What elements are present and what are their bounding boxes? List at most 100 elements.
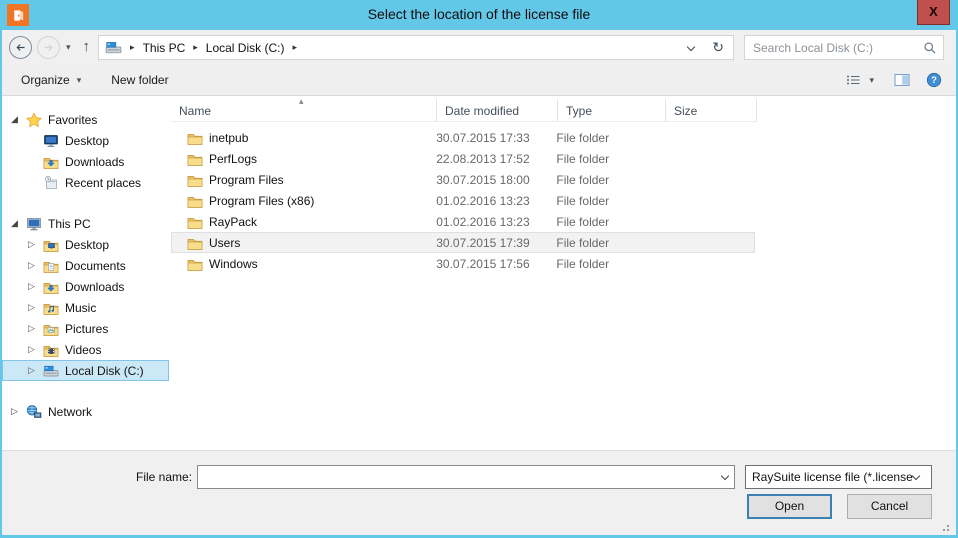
file-name-input[interactable]	[198, 466, 722, 488]
date-modified-cell: 01.02.2016 13:23	[436, 215, 556, 229]
resize-grip[interactable]	[939, 521, 949, 531]
sidebar-item-videos[interactable]: ▷ Videos	[2, 339, 169, 360]
type-cell: File folder	[556, 257, 663, 271]
type-cell: File folder	[556, 194, 663, 208]
disk-icon	[42, 363, 59, 379]
sidebar-item-documents[interactable]: ▷ Documents	[2, 255, 169, 276]
search-input[interactable]	[751, 40, 923, 56]
file-name-text: Users	[209, 236, 240, 250]
chevron-down-icon[interactable]	[721, 472, 729, 480]
organize-button[interactable]: Organize ▾	[21, 73, 81, 87]
sidebar-item-network[interactable]: ▷Network	[2, 401, 169, 422]
date-modified-cell: 30.07.2015 18:00	[436, 173, 556, 187]
up-button[interactable]: ↑	[77, 38, 99, 57]
folder-icon	[186, 193, 203, 209]
folder-icon	[186, 151, 203, 167]
cancel-button[interactable]: Cancel	[847, 494, 932, 519]
sidebar-item-label: Pictures	[65, 322, 108, 336]
folder-icon	[186, 130, 203, 146]
sidebar-item-music[interactable]: ▷Music	[2, 297, 169, 318]
folder-icon	[186, 256, 203, 272]
type-cell: File folder	[556, 236, 663, 250]
sidebar-item-label: Local Disk (C:)	[65, 364, 144, 378]
file-row-program-files-x86[interactable]: Program Files (x86)01.02.2016 13:23File …	[171, 190, 755, 211]
back-button[interactable]	[9, 36, 32, 59]
sidebar-item-downloads[interactable]: ▷ Downloads	[2, 276, 169, 297]
column-header-label: Name	[179, 104, 211, 118]
date-modified-cell: 22.08.2013 17:52	[436, 152, 556, 166]
open-button[interactable]: Open	[747, 494, 832, 519]
expander-icon[interactable]: ◢	[11, 114, 25, 125]
documents-icon	[42, 258, 59, 274]
file-row-users[interactable]: Users 30.07.2015 17:39File folder	[171, 232, 755, 253]
file-name-cell: RayPack	[172, 214, 436, 230]
dialog-footer: File name: RaySuite license file (*.lice…	[2, 450, 956, 536]
help-button[interactable]: ?	[926, 72, 942, 88]
expander-icon[interactable]: ◢	[11, 218, 25, 229]
file-type-select[interactable]: RaySuite license file (*.license)	[745, 465, 932, 489]
search-box[interactable]	[744, 35, 944, 60]
column-header-type[interactable]: Type	[558, 99, 666, 122]
file-name-cell: PerfLogs	[172, 151, 436, 167]
column-header-size[interactable]: Size	[666, 99, 757, 122]
sidebar-item-favorites[interactable]: ◢Favorites	[2, 109, 169, 130]
expander-icon[interactable]: ▷	[11, 406, 25, 417]
close-button[interactable]: X	[917, 0, 950, 25]
title-bar: Select the location of the license file …	[0, 0, 958, 30]
forward-button[interactable]	[37, 36, 60, 59]
sidebar-item-label: Downloads	[65, 280, 124, 294]
file-name-text: RayPack	[209, 215, 257, 229]
type-cell: File folder	[556, 215, 663, 229]
view-options-dropdown[interactable]: ▾	[865, 75, 878, 86]
refresh-button[interactable]: ↻	[707, 39, 729, 56]
breadcrumb-separator-icon: ▸	[284, 42, 305, 53]
date-modified-cell: 30.07.2015 17:33	[436, 131, 556, 145]
expander-icon[interactable]: ▷	[28, 260, 42, 271]
breadcrumb-local-disk[interactable]: Local Disk (C:)	[206, 41, 285, 55]
file-row-raypack[interactable]: RayPack 01.02.2016 13:23File folder	[171, 211, 755, 232]
file-row-program-files[interactable]: Program Files30.07.2015 18:00File folder	[171, 169, 755, 190]
sidebar-item-this-pc[interactable]: ◢ This PC	[2, 213, 169, 234]
breadcrumb-this-pc[interactable]: This PC	[143, 41, 186, 55]
expander-icon[interactable]: ▷	[28, 281, 42, 292]
sidebar-item-pictures[interactable]: ▷ Pictures	[2, 318, 169, 339]
sidebar-item-local-disk-c[interactable]: ▷ Local Disk (C:)	[2, 360, 169, 381]
expander-icon[interactable]: ▷	[28, 239, 42, 250]
network-icon	[25, 404, 42, 420]
file-name-cell: Program Files	[172, 172, 436, 188]
sidebar-item-desktop[interactable]: Desktop	[2, 130, 169, 151]
sidebar-item-recent-places[interactable]: Recent places	[2, 172, 169, 193]
recent-locations-dropdown[interactable]: ▾	[60, 42, 77, 53]
navigation-bar: ▾ ↑ ▸ This PC ▸ Local Disk (C:) ▸ ↻	[2, 30, 956, 65]
expander-icon[interactable]: ▷	[28, 344, 42, 355]
column-header-date-modified[interactable]: Date modified	[437, 99, 558, 122]
desktop-folder-icon	[42, 237, 59, 253]
music-icon	[42, 300, 59, 316]
address-history-dropdown[interactable]	[681, 39, 707, 57]
file-row-perflogs[interactable]: PerfLogs22.08.2013 17:52File folder	[171, 148, 755, 169]
sidebar-item-desktop[interactable]: ▷Desktop	[2, 234, 169, 255]
forward-arrow-icon	[42, 41, 55, 54]
new-folder-button[interactable]: New folder	[111, 73, 168, 87]
column-header-name[interactable]: Name▴	[171, 99, 437, 122]
expander-icon[interactable]: ▷	[28, 323, 42, 334]
expander-icon[interactable]: ▷	[28, 302, 42, 313]
file-row-windows[interactable]: Windows30.07.2015 17:56File folder	[171, 253, 755, 274]
breadcrumb-separator-icon: ▸	[122, 42, 143, 53]
file-row-inetpub[interactable]: inetpub30.07.2015 17:33File folder	[171, 127, 755, 148]
address-bar[interactable]: ▸ This PC ▸ Local Disk (C:) ▸ ↻	[98, 35, 734, 60]
preview-pane-button[interactable]	[894, 72, 910, 88]
file-name-combo	[197, 465, 735, 489]
sidebar-item-label: Documents	[65, 259, 126, 273]
date-modified-cell: 30.07.2015 17:39	[436, 236, 556, 250]
svg-text:?: ?	[931, 75, 937, 86]
column-header-label: Date modified	[445, 104, 519, 118]
expander-icon[interactable]: ▷	[28, 365, 42, 376]
sidebar-item-label: Videos	[65, 343, 101, 357]
change-view-button[interactable]	[845, 72, 861, 88]
star-icon	[25, 112, 42, 128]
sidebar-item-downloads[interactable]: Downloads	[2, 151, 169, 172]
chevron-down-icon: ▾	[77, 75, 82, 86]
breadcrumb-separator-icon: ▸	[185, 42, 206, 53]
sidebar-group-label: This PC	[48, 217, 91, 231]
